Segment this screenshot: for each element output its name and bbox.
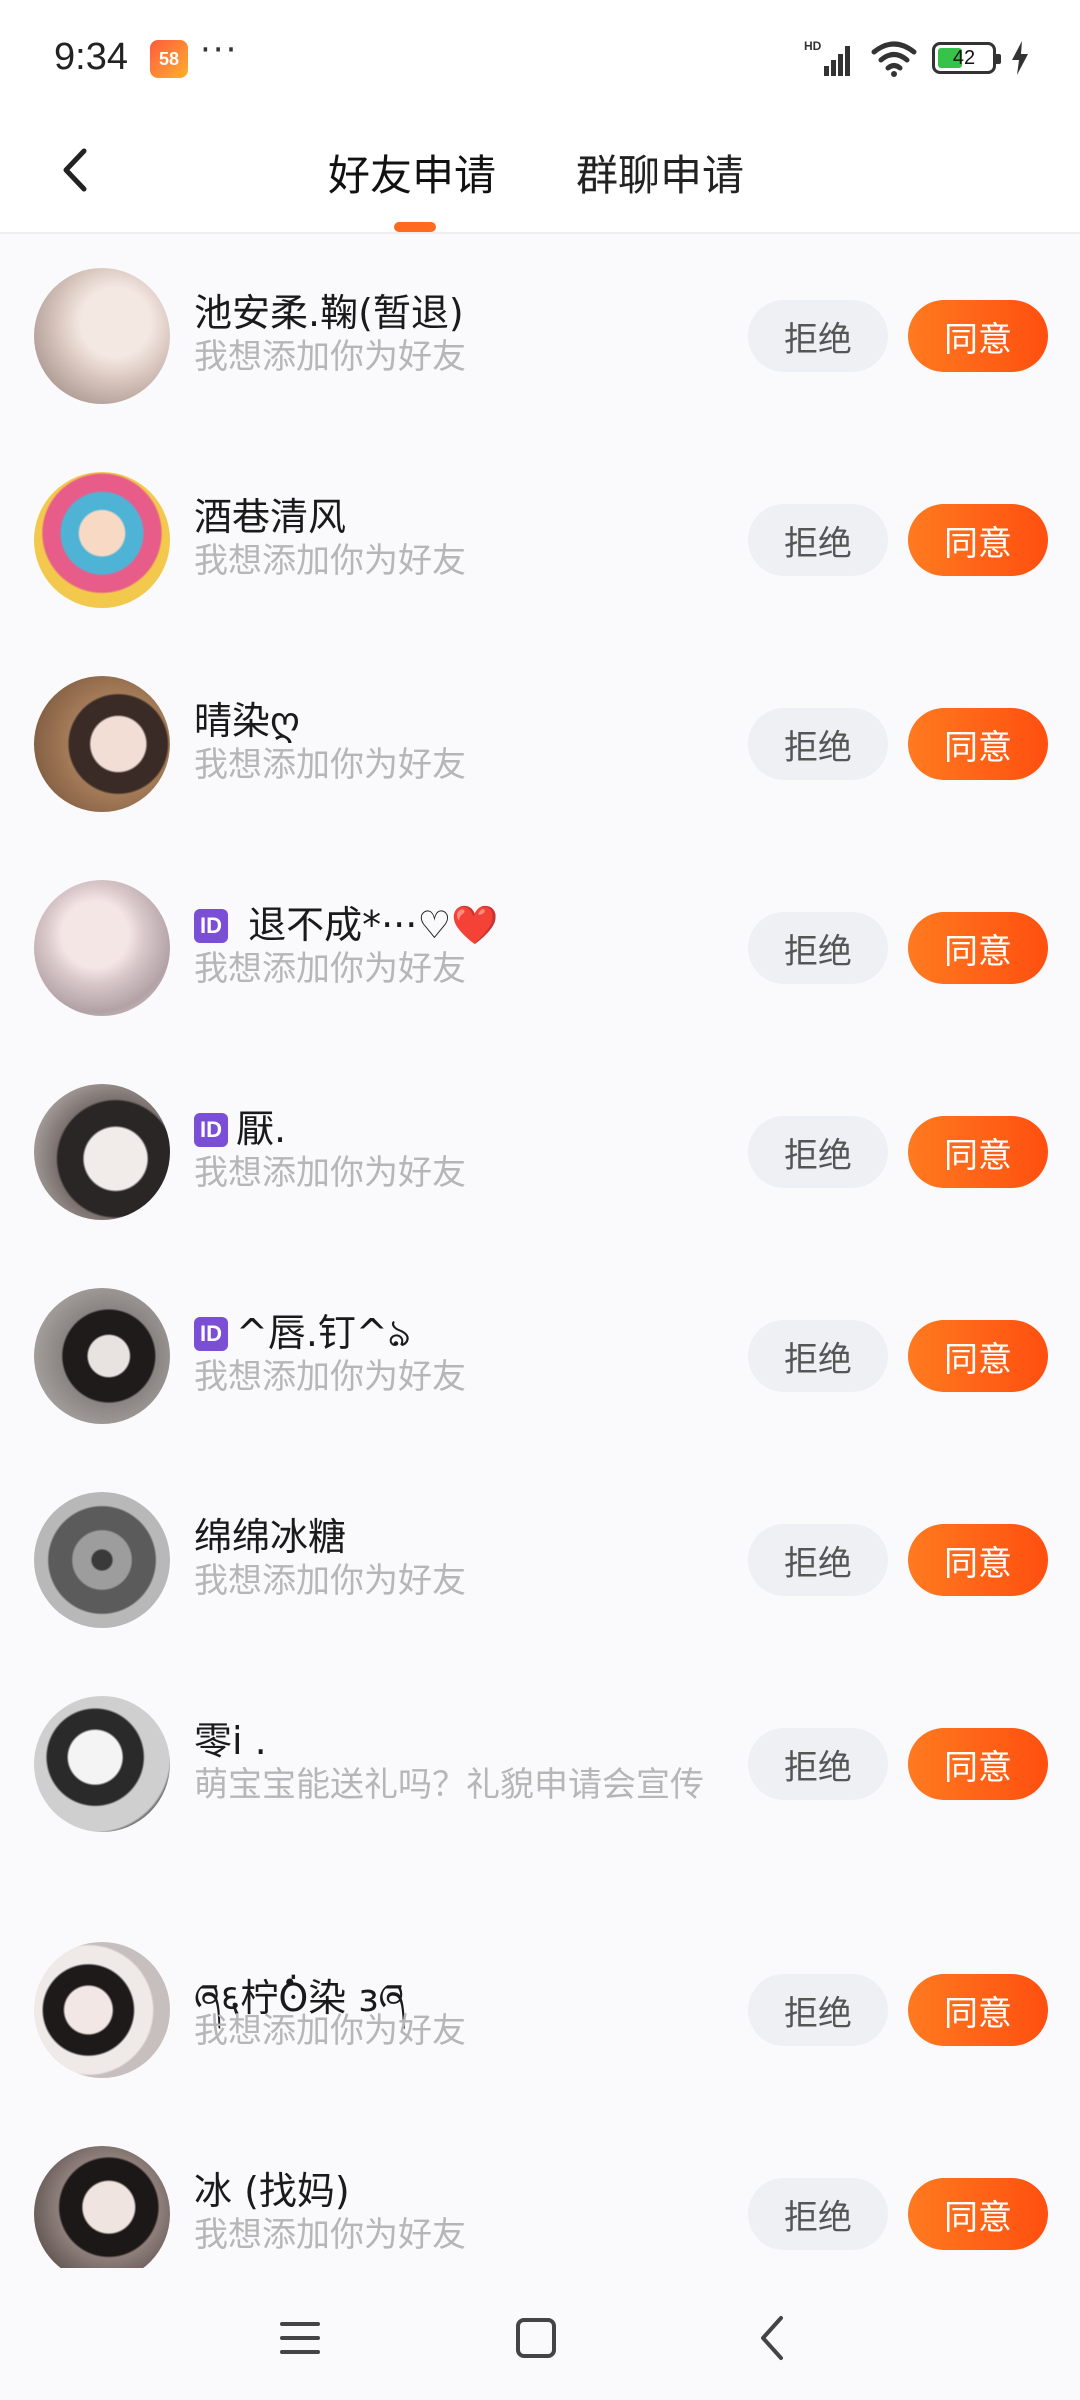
list-item: ID池安柔.鞠(暂退) 我想添加你为好友 拒绝 同意 — [0, 236, 1080, 436]
list-item: 晴染ღ 我想添加你为好友 拒绝 同意 — [0, 644, 1080, 844]
list-item: ID 厭. 我想添加你为好友 拒绝 同意 — [0, 1052, 1080, 1252]
accept-button[interactable]: 同意 — [908, 912, 1048, 984]
list-item: 酒巷清风 我想添加你为好友 拒绝 同意 — [0, 440, 1080, 640]
accept-button[interactable]: 同意 — [908, 1524, 1048, 1596]
more-notifications-icon: ··· — [200, 30, 239, 70]
list-item: ID ^唇.钉^ঌ 我想添加你为好友 拒绝 同意 — [0, 1256, 1080, 1456]
reject-button[interactable]: 拒绝 — [748, 912, 888, 984]
accept-button[interactable]: 同意 — [908, 1974, 1048, 2046]
avatar[interactable] — [34, 676, 170, 812]
avatar[interactable] — [34, 1288, 170, 1424]
accept-button[interactable]: 同意 — [908, 1116, 1048, 1188]
battery-icon: 42 — [932, 42, 1001, 74]
accept-button[interactable]: 同意 — [908, 2178, 1048, 2250]
active-tab-indicator — [394, 222, 436, 232]
reject-button[interactable]: 拒绝 — [748, 708, 888, 780]
app-notification-icon: 58 — [150, 40, 188, 78]
avatar[interactable] — [34, 472, 170, 608]
tab-friend-requests[interactable]: 好友申请 — [328, 132, 496, 212]
request-message: 我想添加你为好友 — [194, 1357, 466, 1397]
list-item: 冰 (找妈) 我想添加你为好友 拒绝 同意 — [0, 2114, 1080, 2282]
id-badge: ID — [194, 909, 228, 943]
request-message: 我想添加你为好友 — [194, 949, 466, 989]
accept-button[interactable]: 同意 — [908, 1728, 1048, 1800]
avatar[interactable] — [34, 268, 170, 404]
avatar[interactable] — [34, 2146, 170, 2282]
list-item: ཞ६柠̇ʘ̇染 ɜཞ 我想添加你为好友 拒绝 同意 — [0, 1910, 1080, 2110]
id-badge: ID — [194, 1317, 228, 1351]
request-message: 萌宝宝能送礼吗？礼貌申请会宣传 — [194, 1765, 704, 1805]
system-nav-bar — [0, 2268, 1080, 2400]
svg-text:HD: HD — [804, 39, 822, 53]
avatar[interactable] — [34, 1084, 170, 1220]
list-item: 绵绵冰糖 我想添加你为好友 拒绝 同意 — [0, 1460, 1080, 1660]
avatar[interactable] — [34, 1696, 170, 1832]
avatar[interactable] — [34, 1492, 170, 1628]
battery-percent: 42 — [952, 46, 976, 69]
reject-button[interactable]: 拒绝 — [748, 2178, 888, 2250]
reject-button[interactable]: 拒绝 — [748, 1524, 888, 1596]
avatar[interactable] — [34, 1942, 170, 2078]
header: 好友申请 群聊申请 — [0, 120, 1080, 234]
avatar[interactable] — [34, 880, 170, 1016]
menu-icon — [280, 2322, 320, 2354]
chevron-left-icon — [761, 2316, 783, 2360]
signal-icon: HD — [804, 39, 850, 76]
request-message: 我想添加你为好友 — [194, 2011, 466, 2051]
back-button[interactable] — [36, 130, 116, 210]
reject-button[interactable]: 拒绝 — [748, 1320, 888, 1392]
friend-request-screen: 9:34 58 ··· HD 42 好友申请 群聊申请 池安柔.鞠(暂退) 我想… — [0, 0, 1080, 2400]
chevron-left-icon — [63, 148, 87, 192]
charging-icon — [1012, 41, 1028, 75]
request-message: 我想添加你为好友 — [194, 745, 466, 785]
accept-button[interactable]: 同意 — [908, 708, 1048, 780]
list-item: ID 退不成*···♡❤️ 我想添加你为好友 拒绝 同意 — [0, 848, 1080, 1048]
recent-apps-button[interactable] — [260, 2298, 340, 2378]
reject-button[interactable]: 拒绝 — [748, 1116, 888, 1188]
accept-button[interactable]: 同意 — [908, 1320, 1048, 1392]
request-message: 我想添加你为好友 — [194, 337, 466, 377]
home-button[interactable] — [496, 2298, 576, 2378]
request-message: 我想添加你为好友 — [194, 541, 466, 581]
request-message: 我想添加你为好友 — [194, 2215, 466, 2255]
accept-button[interactable]: 同意 — [908, 504, 1048, 576]
system-back-button[interactable] — [732, 2298, 812, 2378]
reject-button[interactable]: 拒绝 — [748, 300, 888, 372]
status-icons: HD 42 — [804, 36, 1030, 80]
request-message: 我想添加你为好友 — [194, 1153, 466, 1193]
status-time: 9:34 — [54, 36, 128, 78]
square-icon — [516, 2318, 556, 2358]
reject-button[interactable]: 拒绝 — [748, 1728, 888, 1800]
wifi-icon — [871, 41, 917, 77]
status-bar: 9:34 58 ··· HD 42 — [0, 0, 1080, 120]
tab-group-requests[interactable]: 群聊申请 — [576, 132, 744, 212]
reject-button[interactable]: 拒绝 — [748, 504, 888, 576]
request-message: 我想添加你为好友 — [194, 1561, 466, 1601]
id-badge: ID — [194, 1113, 228, 1147]
list-item: 零i . 萌宝宝能送礼吗？礼貌申请会宣传 拒绝 同意 — [0, 1664, 1080, 1910]
accept-button[interactable]: 同意 — [908, 300, 1048, 372]
reject-button[interactable]: 拒绝 — [748, 1974, 888, 2046]
